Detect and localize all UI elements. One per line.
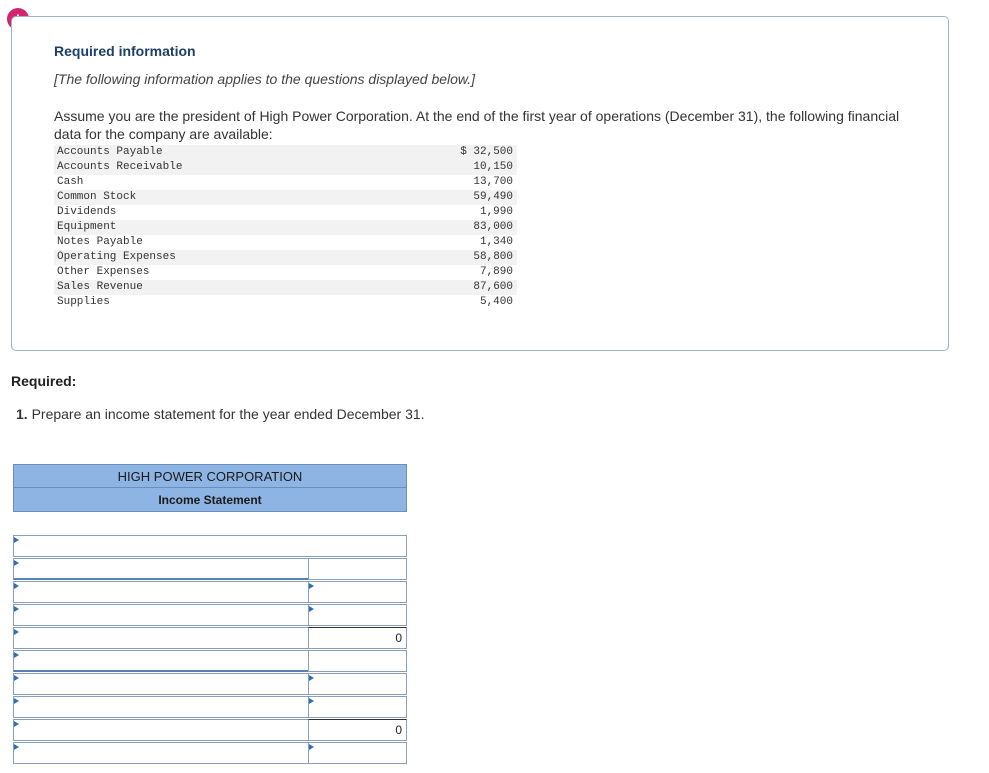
line-item-label-input[interactable] bbox=[13, 558, 309, 580]
table-row: Supplies 5,400 bbox=[54, 295, 517, 310]
statement-row bbox=[13, 535, 407, 558]
account-label: Equipment bbox=[54, 220, 259, 235]
statement-row: 0 bbox=[13, 627, 407, 650]
table-row: Equipment 83,000 bbox=[54, 220, 517, 235]
line-item-label-input[interactable] bbox=[13, 650, 309, 672]
dropdown-arrow-icon[interactable] bbox=[14, 698, 19, 704]
account-label: Common Stock bbox=[54, 190, 259, 205]
info-paragraph: Assume you are the president of High Pow… bbox=[54, 108, 900, 142]
line-item-label-input[interactable] bbox=[13, 627, 309, 649]
account-value: 1,990 bbox=[479, 206, 513, 218]
statement-row bbox=[13, 696, 407, 719]
amount-input[interactable] bbox=[308, 604, 407, 626]
account-label: Notes Payable bbox=[57, 236, 143, 248]
dropdown-arrow-icon[interactable] bbox=[14, 629, 19, 635]
account-value: 59,490 bbox=[439, 190, 517, 205]
date-input[interactable] bbox=[13, 535, 407, 557]
account-value: 1,340 bbox=[479, 236, 513, 248]
info-subtitle: [The following information applies to th… bbox=[54, 71, 476, 87]
dropdown-arrow-icon[interactable] bbox=[309, 606, 314, 612]
dropdown-arrow-icon[interactable] bbox=[14, 721, 19, 727]
dropdown-arrow-icon[interactable] bbox=[14, 606, 19, 612]
account-value: 5,400 bbox=[479, 296, 513, 308]
statement-row bbox=[13, 604, 407, 627]
account-value: 58,800 bbox=[439, 250, 517, 265]
table-row: Operating Expenses 58,800 bbox=[54, 250, 517, 265]
account-label: Accounts Payable bbox=[54, 145, 259, 160]
account-label: Operating Expenses bbox=[54, 250, 259, 265]
instruction-body: Prepare an income statement for the year… bbox=[27, 406, 425, 422]
line-item-label-input[interactable] bbox=[13, 673, 309, 695]
dropdown-arrow-icon[interactable] bbox=[14, 652, 19, 658]
dropdown-arrow-icon[interactable] bbox=[309, 675, 314, 681]
dropdown-arrow-icon[interactable] bbox=[14, 583, 19, 589]
dropdown-arrow-icon[interactable] bbox=[309, 583, 314, 589]
instruction-text: 1. Prepare an income statement for the y… bbox=[16, 406, 425, 422]
account-value: 7,890 bbox=[479, 266, 513, 278]
account-value: $ 32,500 bbox=[439, 145, 517, 160]
dropdown-arrow-icon[interactable] bbox=[14, 675, 19, 681]
account-label: Accounts Receivable bbox=[54, 160, 259, 175]
account-value: 10,150 bbox=[439, 160, 517, 175]
dropdown-arrow-icon[interactable] bbox=[309, 698, 314, 704]
account-label: Sales Revenue bbox=[54, 280, 259, 295]
table-row: Dividends 1,990 bbox=[54, 205, 517, 220]
dropdown-arrow-icon[interactable] bbox=[14, 560, 19, 566]
statement-row bbox=[13, 673, 407, 696]
table-row: Cash 13,700 bbox=[54, 175, 517, 190]
account-value: 87,600 bbox=[439, 280, 517, 295]
line-item-label-input[interactable] bbox=[13, 742, 309, 764]
account-label: Dividends bbox=[57, 206, 117, 218]
table-row: Common Stock 59,490 bbox=[54, 190, 517, 205]
line-item-label-input[interactable] bbox=[13, 696, 309, 718]
statement-row bbox=[13, 650, 407, 673]
table-row: Notes Payable 1,340 bbox=[54, 235, 517, 250]
statement-company-name: HIGH POWER CORPORATION bbox=[13, 464, 407, 488]
dropdown-arrow-icon[interactable] bbox=[14, 744, 19, 750]
table-row: Accounts Receivable 10,150 bbox=[54, 160, 517, 175]
table-row: Sales Revenue 87,600 bbox=[54, 280, 517, 295]
account-value: 83,000 bbox=[439, 220, 517, 235]
account-label: Other Expenses bbox=[57, 266, 150, 278]
statement-row bbox=[13, 558, 407, 581]
instruction-number: 1. bbox=[16, 406, 28, 422]
dropdown-arrow-icon[interactable] bbox=[14, 537, 19, 543]
table-row: Other Expenses 7,890 bbox=[54, 265, 517, 280]
subtotal-value: 0 bbox=[308, 627, 407, 649]
amount-input[interactable] bbox=[308, 650, 407, 672]
amount-input[interactable] bbox=[308, 581, 407, 603]
line-item-label-input[interactable] bbox=[13, 581, 309, 603]
account-value: 13,700 bbox=[473, 176, 513, 188]
required-label: Required: bbox=[11, 373, 77, 389]
statement-title: Income Statement bbox=[13, 488, 407, 512]
amount-input[interactable] bbox=[308, 742, 407, 764]
line-item-label-input[interactable] bbox=[13, 719, 309, 741]
amount-input[interactable] bbox=[308, 696, 407, 718]
table-row: Accounts Payable $ 32,500 bbox=[54, 145, 517, 160]
account-label: Cash bbox=[57, 176, 84, 188]
financial-data-table: Accounts Payable $ 32,500 Accounts Receiv… bbox=[54, 145, 517, 310]
statement-row bbox=[13, 581, 407, 604]
account-label: Supplies bbox=[57, 296, 110, 308]
info-title: Required information bbox=[54, 43, 196, 59]
income-statement-worksheet: HIGH POWER CORPORATION Income Statement … bbox=[13, 464, 407, 765]
amount-input[interactable] bbox=[308, 558, 407, 580]
statement-row: 0 bbox=[13, 719, 407, 742]
line-item-label-input[interactable] bbox=[13, 604, 309, 626]
statement-row bbox=[13, 742, 407, 765]
amount-input[interactable] bbox=[308, 673, 407, 695]
total-value: 0 bbox=[308, 719, 407, 741]
dropdown-arrow-icon[interactable] bbox=[309, 744, 314, 750]
